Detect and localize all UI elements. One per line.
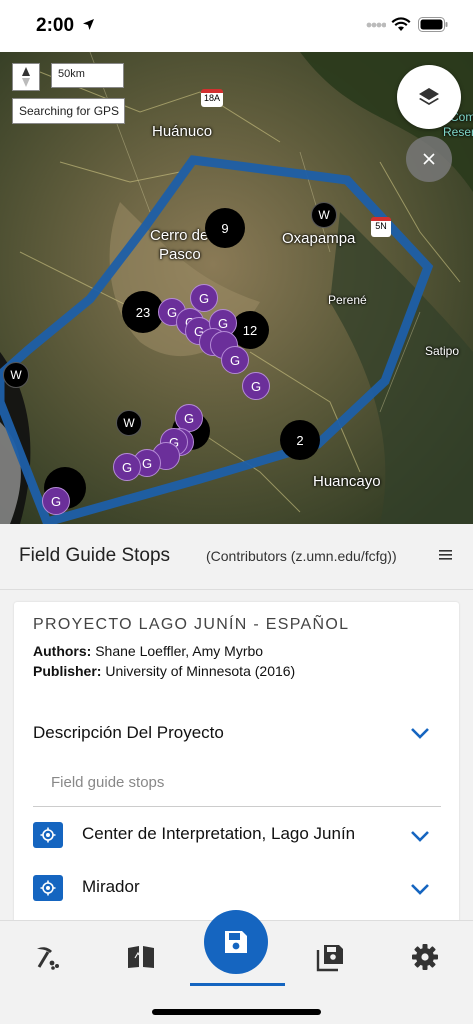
- save-icon: [225, 931, 247, 953]
- place-label: Satipo: [425, 344, 460, 358]
- stop-location-icon: [33, 875, 63, 901]
- authors-label: Authors:: [33, 643, 92, 659]
- road-shield: 5N: [371, 217, 391, 237]
- publisher-value: University of Minnesota (2016): [101, 663, 296, 679]
- place-label: Cerro de: [150, 227, 209, 244]
- road-shield: 18A: [201, 89, 223, 107]
- save-main-button[interactable]: [204, 910, 268, 974]
- chevron-down-icon: [411, 831, 429, 842]
- chevron-down-icon: [411, 728, 429, 739]
- tab-saved[interactable]: [310, 939, 350, 975]
- stop-label: Mirador: [82, 877, 140, 896]
- map-view[interactable]: 18A 5N Huánuco Cerro de Pasco Oxapampa P…: [0, 52, 473, 524]
- target-icon: [40, 880, 56, 896]
- tab-settings[interactable]: [405, 939, 445, 975]
- waypoint-marker[interactable]: W: [116, 410, 142, 436]
- sheet-title: Field Guide Stops: [19, 545, 171, 566]
- scale-bar: 50km: [51, 63, 124, 88]
- north-arrow-icon: [22, 67, 30, 87]
- guide-stop-marker[interactable]: G: [113, 453, 141, 481]
- settings-gear-icon: [412, 944, 438, 970]
- guide-stop-marker[interactable]: G: [242, 372, 270, 400]
- contributors-link[interactable]: (Contributors (z.umn.edu/fcfg)): [206, 548, 397, 564]
- pick-hammer-icon: [37, 947, 59, 970]
- place-label: Oxapampa: [282, 230, 356, 247]
- stop-item[interactable]: Mirador: [33, 873, 441, 903]
- cluster-marker[interactable]: 2: [280, 420, 320, 460]
- stop-label: Center de Interpretation, Lago Junín: [82, 824, 356, 843]
- layers-icon: [419, 88, 439, 105]
- place-label: Reserv: [443, 125, 473, 139]
- guide-stop-marker[interactable]: G: [42, 487, 70, 515]
- authors-value: Shane Loeffler, Amy Myrbo: [91, 643, 264, 659]
- sheet-header: Field Guide Stops (Contributors (z.umn.e…: [0, 524, 473, 590]
- project-card: PROYECTO LAGO JUNÍN - ESPAÑOL Authors: S…: [14, 602, 459, 932]
- status-bar: 2:00: [0, 0, 473, 52]
- cluster-marker[interactable]: 9: [205, 208, 245, 248]
- compass-button[interactable]: [12, 63, 40, 91]
- guide-stop-marker[interactable]: G: [221, 346, 249, 374]
- location-arrow-icon: [83, 19, 94, 30]
- publisher-line: Publisher: University of Minnesota (2016…: [33, 663, 295, 679]
- waypoint-marker[interactable]: W: [311, 202, 337, 228]
- section-subtitle: Field guide stops: [51, 774, 165, 791]
- layers-button[interactable]: [397, 65, 461, 129]
- publisher-label: Publisher:: [33, 663, 102, 679]
- place-label: Pasco: [159, 246, 201, 263]
- tab-field-work[interactable]: [27, 939, 67, 975]
- list-menu-icon[interactable]: [438, 548, 454, 562]
- stop-location-icon: [33, 822, 63, 848]
- place-label: Huánuco: [152, 123, 213, 140]
- gps-status: Searching for GPS: [12, 98, 125, 124]
- chevron-down-icon: [411, 884, 429, 895]
- description-label: Descripción Del Proyecto: [33, 723, 224, 742]
- close-map-button[interactable]: [406, 136, 452, 182]
- book-map-icon: [128, 946, 154, 968]
- cell-signal-icon: [366, 22, 386, 28]
- status-time: 2:00: [36, 15, 75, 36]
- tab-bar: [0, 910, 473, 1024]
- description-toggle[interactable]: Descripción Del Proyecto: [33, 723, 438, 747]
- app-screen: 2:00 18A 5N Huánuco Cerro de Pasco Oxapa…: [0, 0, 473, 1024]
- project-title: PROYECTO LAGO JUNÍN - ESPAÑOL: [33, 616, 350, 633]
- authors-line: Authors: Shane Loeffler, Amy Myrbo: [33, 643, 263, 659]
- place-label: Huancayo: [313, 473, 381, 490]
- target-icon: [40, 827, 56, 843]
- stop-item[interactable]: Center de Interpretation, Lago Junín: [33, 820, 441, 850]
- active-tab-indicator: [190, 983, 285, 986]
- close-icon: [423, 153, 435, 165]
- tab-guides[interactable]: [121, 939, 161, 975]
- saved-maps-icon: [316, 945, 343, 972]
- wifi-icon: [391, 17, 411, 31]
- place-label: Perené: [328, 293, 367, 307]
- battery-icon: [418, 17, 448, 32]
- home-indicator: [152, 1009, 321, 1015]
- divider: [33, 806, 441, 807]
- waypoint-marker[interactable]: W: [3, 362, 29, 388]
